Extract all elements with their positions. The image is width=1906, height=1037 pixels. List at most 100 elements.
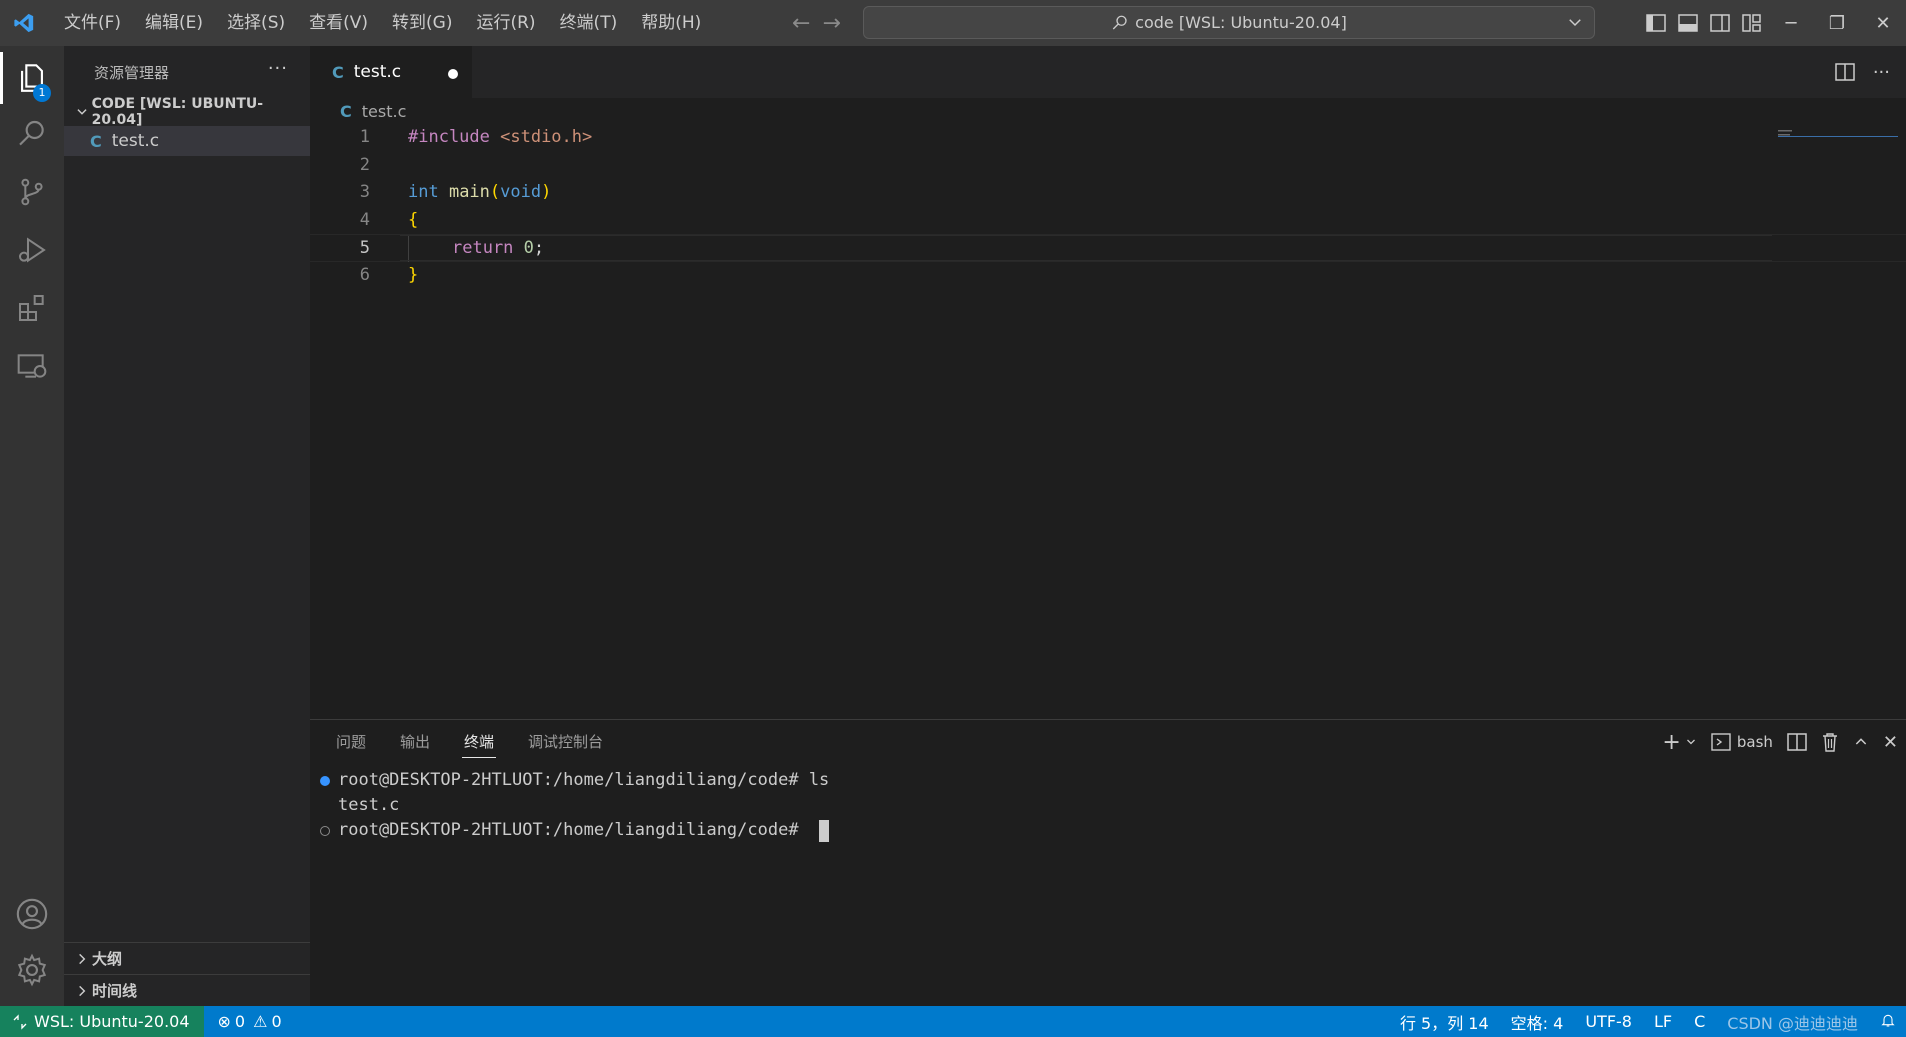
search-icon[interactable] bbox=[0, 102, 64, 166]
tab-test-c[interactable]: C test.c bbox=[310, 46, 472, 98]
status-bar-right: 行 5，列 14 空格: 4 UTF-8 LF C CSDN @迪迪迪迪 bbox=[1400, 1006, 1896, 1037]
terminal-shell-selector[interactable]: bash bbox=[1711, 732, 1773, 752]
chevron-down-icon[interactable] bbox=[1566, 13, 1584, 31]
error-icon: ⊗ bbox=[217, 1012, 231, 1031]
minimize-icon[interactable]: ─ bbox=[1768, 0, 1814, 46]
end-of-line[interactable]: LF bbox=[1654, 1012, 1672, 1031]
command-success-icon[interactable] bbox=[320, 775, 330, 786]
editor-tabs: C test.c ··· bbox=[310, 46, 1906, 98]
extensions-icon[interactable] bbox=[0, 276, 64, 340]
problems-indicator[interactable]: ⊗ 0 ⚠ 0 bbox=[218, 1012, 282, 1031]
menu-file[interactable]: 文件(F) bbox=[52, 0, 133, 46]
more-actions-icon[interactable]: ··· bbox=[268, 58, 288, 79]
gear-icon[interactable] bbox=[0, 938, 64, 1002]
warning-count: 0 bbox=[271, 1012, 282, 1031]
arrow-left-icon[interactable]: ← bbox=[792, 11, 810, 36]
close-panel-icon[interactable]: ✕ bbox=[1883, 732, 1898, 753]
watermark: CSDN @迪迪迪迪 bbox=[1727, 1013, 1858, 1033]
title-bar: 文件(F) 编辑(E) 选择(S) 查看(V) 转到(G) 运行(R) 终端(T… bbox=[0, 0, 1906, 46]
remote-indicator[interactable]: WSL: Ubuntu-20.04 bbox=[0, 1006, 204, 1037]
cursor-position[interactable]: 行 5，列 14 bbox=[1400, 1010, 1489, 1034]
unsaved-dot-icon[interactable] bbox=[448, 69, 458, 79]
command-center[interactable]: code [WSL: Ubuntu-20.04] bbox=[863, 6, 1595, 39]
remote-explorer-icon[interactable] bbox=[0, 334, 64, 398]
tab-terminal[interactable]: 终端 bbox=[462, 720, 497, 764]
line-number: 3 bbox=[359, 182, 370, 202]
source-control-icon[interactable] bbox=[0, 160, 64, 224]
menu-help[interactable]: 帮助(H) bbox=[629, 0, 713, 46]
line-text: #include <stdio.h> bbox=[408, 127, 593, 147]
bottom-panel: 问题 输出 终端 调试控制台 + bash ✕ root@DESKTOP-2HT… bbox=[310, 719, 1906, 1006]
minimap[interactable] bbox=[1768, 126, 1898, 166]
breadcrumb: C test.c bbox=[310, 98, 1906, 124]
command-pending-icon[interactable] bbox=[320, 825, 330, 836]
c-file-icon: C bbox=[340, 101, 352, 121]
menu-selection[interactable]: 选择(S) bbox=[215, 0, 297, 46]
chevron-right-icon bbox=[72, 952, 92, 966]
explorer-icon[interactable]: 1 bbox=[0, 46, 64, 110]
activity-bar: 1 bbox=[0, 46, 64, 1006]
menu-view[interactable]: 查看(V) bbox=[297, 0, 380, 46]
code-line: 4 { bbox=[310, 207, 1906, 235]
tab-debug-console[interactable]: 调试控制台 bbox=[528, 720, 603, 764]
remote-label: WSL: Ubuntu-20.04 bbox=[34, 1012, 190, 1031]
breadcrumb-file[interactable]: test.c bbox=[362, 102, 407, 121]
code-editor[interactable]: 1 #include <stdio.h> 2 3 int main(void) … bbox=[310, 124, 1906, 289]
encoding[interactable]: UTF-8 bbox=[1585, 1012, 1632, 1031]
split-terminal-icon[interactable] bbox=[1787, 733, 1807, 751]
menu-edit[interactable]: 编辑(E) bbox=[133, 0, 215, 46]
shell-label: bash bbox=[1736, 733, 1773, 751]
toggle-panel-icon[interactable] bbox=[1672, 0, 1704, 46]
explorer-title: 资源管理器 bbox=[94, 63, 170, 82]
file-name: test.c bbox=[111, 131, 160, 151]
line-text: return 0; bbox=[452, 238, 545, 258]
menu-run[interactable]: 运行(R) bbox=[464, 0, 547, 46]
timeline-label: 时间线 bbox=[92, 982, 138, 1000]
title-bar-controls: ─ ❐ ✕ bbox=[1640, 0, 1906, 46]
workspace-folder-header[interactable]: CODE [WSL: UBUNTU-20.04] bbox=[64, 96, 310, 128]
terminal-output[interactable]: root@DESKTOP-2HTLUOT:/home/liangdiliang/… bbox=[310, 768, 1906, 843]
more-actions-icon[interactable]: ··· bbox=[1873, 62, 1890, 83]
chevron-down-icon[interactable] bbox=[1685, 736, 1697, 748]
language-mode[interactable]: C bbox=[1694, 1012, 1705, 1031]
line-number: 2 bbox=[359, 154, 370, 175]
chevron-up-icon[interactable] bbox=[1853, 734, 1869, 750]
arrow-right-icon[interactable]: → bbox=[822, 11, 840, 36]
editor-area: C test.c ··· C test.c 1 #include <stdio.… bbox=[310, 46, 1906, 719]
panel-actions: + bash ✕ bbox=[1662, 720, 1898, 764]
new-terminal-icon[interactable]: + bbox=[1662, 730, 1680, 755]
indentation[interactable]: 空格: 4 bbox=[1511, 1010, 1564, 1034]
tab-problems[interactable]: 问题 bbox=[336, 720, 366, 764]
outline-section[interactable]: 大纲 bbox=[64, 942, 310, 974]
vscode-logo-icon bbox=[4, 0, 44, 46]
menu-go[interactable]: 转到(G) bbox=[380, 0, 464, 46]
toggle-secondary-sidebar-icon[interactable] bbox=[1704, 0, 1736, 46]
trash-icon[interactable] bbox=[1821, 732, 1839, 752]
c-file-icon: C bbox=[90, 131, 102, 151]
line-text: int main(void) bbox=[408, 182, 552, 202]
terminal-icon bbox=[1711, 733, 1731, 751]
tab-output[interactable]: 输出 bbox=[400, 720, 430, 764]
menu-terminal[interactable]: 终端(T) bbox=[548, 0, 630, 46]
remote-icon bbox=[13, 1013, 27, 1030]
notifications-icon[interactable] bbox=[1880, 1012, 1896, 1032]
indent-guide bbox=[408, 235, 409, 262]
terminal-line: test.c bbox=[338, 795, 400, 815]
run-debug-icon[interactable] bbox=[0, 218, 64, 282]
c-file-icon: C bbox=[332, 62, 344, 82]
customize-layout-icon[interactable] bbox=[1736, 0, 1768, 46]
explorer-badge: 1 bbox=[33, 84, 51, 102]
terminal-cursor bbox=[818, 819, 829, 842]
command-center-label: code [WSL: Ubuntu-20.04] bbox=[1135, 13, 1347, 32]
account-icon[interactable] bbox=[0, 882, 64, 946]
file-item-test-c[interactable]: C test.c bbox=[64, 126, 310, 156]
timeline-section[interactable]: 时间线 bbox=[64, 974, 310, 1006]
restore-icon[interactable]: ❐ bbox=[1814, 0, 1860, 46]
line-number: 6 bbox=[359, 264, 370, 285]
line-text: { bbox=[408, 209, 419, 230]
close-window-icon[interactable]: ✕ bbox=[1860, 0, 1906, 46]
line-number: 5 bbox=[359, 238, 370, 258]
toggle-primary-sidebar-icon[interactable] bbox=[1640, 0, 1672, 46]
code-line: 6 } bbox=[310, 262, 1906, 290]
split-editor-icon[interactable] bbox=[1835, 63, 1855, 81]
